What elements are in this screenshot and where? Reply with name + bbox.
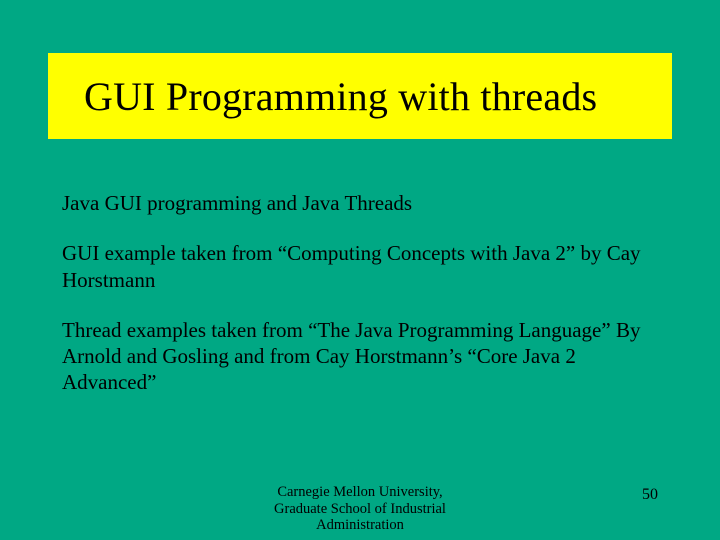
- footer-line-3: Administration: [0, 517, 720, 534]
- page-number: 50: [642, 486, 658, 504]
- paragraph-3: Thread examples taken from “The Java Pro…: [62, 317, 662, 396]
- paragraph-1: Java GUI programming and Java Threads: [62, 190, 662, 216]
- slide-body: Java GUI programming and Java Threads GU…: [62, 190, 662, 420]
- slide-title-box: GUI Programming with threads: [48, 53, 672, 139]
- paragraph-2: GUI example taken from “Computing Concep…: [62, 240, 662, 293]
- footer-line-1: Carnegie Mellon University,: [0, 484, 720, 501]
- slide-title: GUI Programming with threads: [84, 73, 597, 120]
- footer-line-2: Graduate School of Industrial: [0, 501, 720, 518]
- footer-affiliation: Carnegie Mellon University, Graduate Sch…: [0, 484, 720, 534]
